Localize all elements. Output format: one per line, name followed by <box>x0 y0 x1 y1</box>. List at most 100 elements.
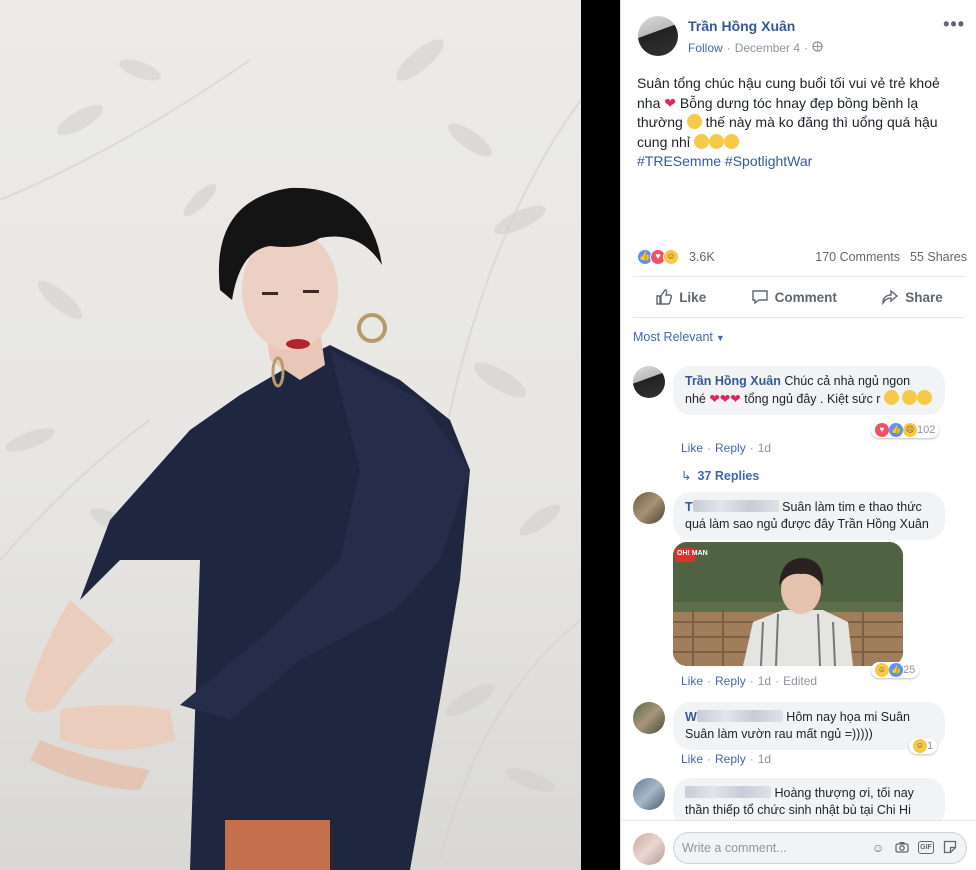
comment-time[interactable]: 1d <box>758 674 771 688</box>
haha-reaction-icon: ☺ <box>875 663 889 677</box>
more-options-icon[interactable]: ••• <box>943 14 965 35</box>
comment-label: Comment <box>774 289 837 305</box>
comment-actions: Like · Reply · 1d · Edited <box>681 674 817 688</box>
replies-count: 37 Replies <box>697 469 760 483</box>
comment-reactions[interactable]: ♥ 👍 ☹ 102 <box>871 422 940 438</box>
like-button[interactable]: Like <box>655 288 706 306</box>
shares-count[interactable]: 55 Shares <box>910 250 967 264</box>
smile-emoji-icon <box>686 114 702 129</box>
sort-dropdown[interactable]: Most Relevant ▼ <box>633 330 725 344</box>
comment-button[interactable]: Comment <box>751 288 837 306</box>
comment-item: T Suân làm tim e thao thức quá làm sao n… <box>633 492 967 692</box>
comment-bubble: T Suân làm tim e thao thức quá làm sao n… <box>673 492 945 540</box>
comment-actions: Like · Reply · 1d <box>681 441 771 455</box>
comment-like-link[interactable]: Like <box>681 441 703 455</box>
comments-count[interactable]: 170 Comments <box>815 250 900 264</box>
comment-placeholder: Write a comment... <box>682 841 787 855</box>
meta-separator: · <box>726 41 731 55</box>
comment-like-link[interactable]: Like <box>681 674 703 688</box>
comment-bubble: Trần Hồng Xuân Chúc cả nhà ngủ ngon nhé … <box>673 366 945 415</box>
comment-reaction-count: 102 <box>917 424 936 436</box>
comment-composer: Write a comment... ☺ GIF <box>621 820 976 870</box>
emoji-icon <box>883 390 899 405</box>
emoji-icon <box>917 390 933 405</box>
separator: · <box>749 441 754 455</box>
post-text-line: cung nhỉ <box>637 133 690 150</box>
gif-image <box>673 542 903 666</box>
sad-reaction-icon: ☹ <box>903 423 917 437</box>
viewer-avatar <box>633 833 665 865</box>
commenter-avatar[interactable] <box>633 366 665 398</box>
thumbs-up-icon <box>656 289 673 305</box>
haha-reaction-icon: ☺ <box>913 739 927 753</box>
gif-icon[interactable]: GIF <box>918 841 934 854</box>
haha-reaction-icon: ☺ <box>663 249 679 265</box>
comment-time[interactable]: 1d <box>758 441 771 455</box>
separator: · <box>707 752 712 766</box>
photo-viewer: Trần Hồng Xuân Follow · December 4 · •••… <box>0 0 976 870</box>
globe-icon <box>812 41 823 55</box>
commenter-name[interactable]: Trần Hồng Xuân <box>685 374 781 388</box>
camera-icon[interactable] <box>894 840 910 856</box>
emoji-icon <box>723 133 739 149</box>
like-reaction-icon: 👍 <box>889 423 903 437</box>
comment-reply-link[interactable]: Reply <box>715 752 746 766</box>
comment-reactions[interactable]: ☺ 👍 25 <box>871 662 920 678</box>
reaction-count[interactable]: 3.6K <box>689 250 715 264</box>
post-text-line: thường <box>637 114 683 130</box>
separator: · <box>749 752 754 766</box>
separator: · <box>707 441 712 455</box>
post-text-line: thế này mà ko đăng thì uổng quá hậu <box>705 114 938 130</box>
separator: · <box>749 674 754 688</box>
comment-icon <box>751 290 768 305</box>
post-text-line: Bỗng dưng tóc hnay đẹp bồng bềnh lạ <box>679 94 919 111</box>
author-name[interactable]: Trần Hồng Xuân <box>688 18 795 34</box>
share-button[interactable]: Share <box>881 288 943 306</box>
comment-time[interactable]: 1d <box>758 752 771 766</box>
comment-like-link[interactable]: Like <box>681 752 703 766</box>
comment-edited[interactable]: Edited <box>783 674 817 688</box>
comment-text: Hôm nay họa mi Suân <box>786 710 910 724</box>
hashtags[interactable]: #TRESemme #SpotlightWar <box>637 153 812 169</box>
blurred-name <box>696 710 783 722</box>
commenter-name[interactable]: T <box>685 500 693 514</box>
commenter-avatar[interactable] <box>633 492 665 524</box>
commenter-avatar[interactable] <box>633 778 665 810</box>
heart-emoji-icon: ❤ <box>664 94 676 111</box>
post-stats: 👍 ♥ ☺ 3.6K 170 Comments 55 Shares <box>637 248 967 268</box>
comment-text: tổng ngủ đây . Kiệt sức r <box>744 392 881 406</box>
view-replies-link[interactable]: ↳ 37 Replies <box>681 468 759 483</box>
reply-arrow-icon: ↳ <box>681 469 692 483</box>
comment-text: Suân làm vườn rau mất ngủ =))))) <box>685 727 873 741</box>
follow-button[interactable]: Follow <box>688 41 723 55</box>
comment-reactions[interactable]: ☺ 1 <box>909 738 938 754</box>
sticker-icon[interactable] <box>942 840 958 856</box>
emoji-icon <box>693 133 709 149</box>
comment-text: thần thiếp tổ chức sinh nhật bù tại Chi … <box>685 803 911 817</box>
post-date[interactable]: December 4 <box>735 41 800 55</box>
comment-reply-link[interactable]: Reply <box>715 674 746 688</box>
comment-item: W Hôm nay họa mi Suân Suân làm vườn rau … <box>633 702 967 768</box>
comment-reply-link[interactable]: Reply <box>715 441 746 455</box>
comment-gif[interactable]: OH! MAN <box>673 542 903 666</box>
heart-emoji-icon: ❤❤❤ <box>709 392 741 406</box>
author-avatar[interactable] <box>638 16 678 56</box>
share-label: Share <box>905 289 943 305</box>
like-reaction-icon: 👍 <box>889 663 903 677</box>
share-icon <box>882 289 899 306</box>
post-header: Trần Hồng Xuân Follow · December 4 · ••• <box>621 0 976 60</box>
emoji-icon[interactable]: ☺ <box>870 840 886 856</box>
commenter-avatar[interactable] <box>633 702 665 734</box>
post-text-line: Suân tổng chúc hậu cung buổi tối vui vẻ … <box>637 75 940 91</box>
blurred-name <box>685 786 771 798</box>
post-photo[interactable] <box>0 0 581 870</box>
photo-illustration <box>0 39 581 870</box>
reaction-icons[interactable]: 👍 ♥ ☺ <box>637 249 679 265</box>
post-meta: Follow · December 4 · <box>688 41 823 55</box>
chevron-down-icon: ▼ <box>715 333 725 343</box>
comment-input[interactable]: Write a comment... ☺ GIF <box>673 832 967 864</box>
comment-text: Hoàng thượng ơi, tối nay <box>774 786 914 800</box>
commenter-name[interactable]: W <box>685 710 697 724</box>
composer-icons: ☺ GIF <box>870 840 958 856</box>
separator: · <box>707 674 712 688</box>
